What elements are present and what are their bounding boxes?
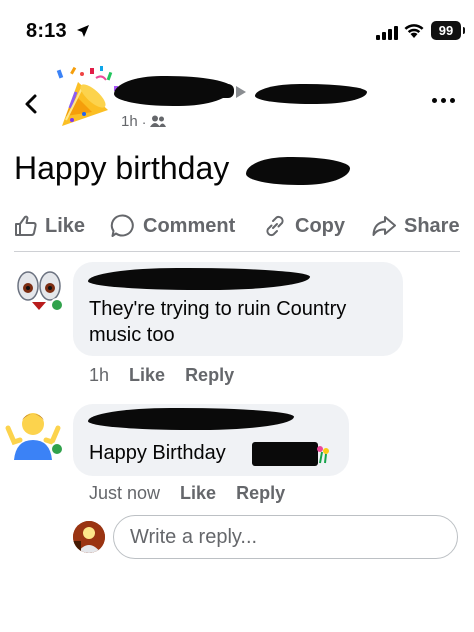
post-meta: 1h · [121, 113, 167, 130]
comment-label: Comment [143, 214, 236, 237]
comment-text-line1: They're trying to ruin Country [89, 298, 347, 320]
comment-reply-button[interactable]: Reply [236, 483, 285, 504]
meta-separator: · [141, 113, 147, 130]
online-status-dot [50, 298, 64, 312]
redacted-group-name [255, 84, 367, 104]
comment-meta: 1h Like Reply [89, 365, 234, 386]
share-label: Share [404, 214, 460, 237]
comment-like-button[interactable]: Like [129, 365, 165, 386]
like-button[interactable]: Like [14, 205, 85, 247]
party-popper-icon[interactable] [52, 64, 120, 130]
post-text: Happy birthday [14, 150, 230, 186]
flower-sticker-icon [317, 446, 329, 464]
comment-meta: Just now Like Reply [89, 483, 285, 504]
link-icon [266, 215, 284, 237]
comment-like-button[interactable]: Like [180, 483, 216, 504]
redacted-post-name [246, 157, 350, 185]
comment-reply-button[interactable]: Reply [185, 365, 234, 386]
copy-label: Copy [295, 214, 345, 237]
user-photo-icon [73, 521, 105, 553]
reply-input-container [113, 515, 458, 559]
friends-icon [150, 115, 167, 127]
thumbs-up-icon [15, 215, 37, 236]
like-label: Like [45, 214, 86, 237]
post-timestamp: 1h [121, 113, 138, 130]
status-time: 8:13 [26, 20, 67, 42]
current-user-avatar[interactable] [73, 521, 105, 553]
comment-text: Happy Birthday [89, 442, 226, 464]
post-action-bar: Like Comment Copy Share [0, 205, 474, 247]
wifi-icon [404, 24, 424, 38]
cellular-signal-icon [376, 24, 398, 40]
back-chevron-icon[interactable] [20, 92, 44, 116]
action-divider [14, 251, 460, 252]
comment-button[interactable]: Comment [110, 205, 235, 247]
reply-input[interactable] [114, 516, 457, 558]
share-button[interactable]: Share [371, 205, 460, 247]
shared-to-arrow-icon [236, 86, 246, 98]
battery-icon: 99 [431, 21, 465, 40]
redacted-author-name-tail [204, 84, 234, 98]
more-options-icon[interactable] [432, 98, 455, 103]
status-bar: 8:13 99 [0, 0, 474, 60]
redacted-tagged-name [252, 442, 318, 466]
comment-text-line2: music too [89, 324, 175, 346]
share-arrow-icon [372, 216, 396, 236]
online-status-dot [50, 442, 64, 456]
copy-button[interactable]: Copy [262, 205, 345, 247]
location-arrow-icon [77, 25, 89, 37]
comment-time: Just now [89, 483, 161, 503]
comment-bubble-icon [110, 214, 134, 237]
comment-time: 1h [89, 365, 110, 385]
